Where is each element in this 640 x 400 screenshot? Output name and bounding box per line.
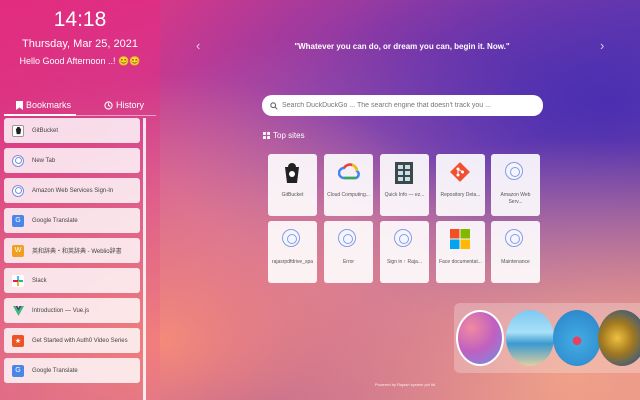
active-tab-indicator [4, 114, 76, 116]
top-site-tile[interactable]: Cloud Computing... [324, 154, 373, 216]
top-site-label: Cloud Computing... [327, 192, 370, 198]
google-translate-icon: G [12, 214, 24, 227]
top-site-tile[interactable]: rajasrpdfdrive_spa [268, 221, 317, 283]
quote-text: "Whatever you can do, or dream you can, … [294, 42, 510, 51]
bookmark-item[interactable]: G Google Translate [4, 358, 140, 383]
bookmark-label: Google Translate [32, 367, 78, 374]
top-site-tile[interactable]: GitBucket [268, 154, 317, 216]
top-site-tile[interactable]: Quick Info — ez... [380, 154, 429, 216]
top-site-label: Sign in ↑ Raja... [386, 259, 423, 265]
auth0-icon: ★ [12, 334, 24, 347]
search-bar[interactable] [262, 95, 543, 116]
search-input[interactable] [282, 102, 542, 109]
git-icon [450, 162, 470, 182]
tab-bookmarks[interactable]: Bookmarks [16, 96, 71, 114]
bookmark-list: GitBucket New Tab Amazon Web Services Si… [4, 118, 140, 388]
top-site-label: Quick Info — ez... [384, 192, 425, 198]
top-site-label: Error [342, 259, 355, 265]
tab-history-label: History [116, 100, 145, 110]
bookmark-item[interactable]: Slack [4, 268, 140, 293]
top-site-tile[interactable]: Maintenance [491, 221, 540, 283]
bookmark-label: Get Started with Auth0 Video Series [32, 337, 128, 344]
top-site-tile[interactable]: Amazon Web Serv... [491, 154, 540, 216]
top-site-label: Face documentat... [439, 259, 482, 265]
bookmark-item[interactable]: W 英和辞典・和英辞典 - Weblio辞書 [4, 238, 140, 263]
bookmark-scrollbar[interactable] [143, 118, 146, 400]
google-translate-icon: G [12, 364, 24, 377]
bookmark-item[interactable]: GitBucket [4, 118, 140, 143]
tab-bookmarks-label: Bookmarks [26, 100, 72, 110]
top-site-tile[interactable]: Sign in ↑ Raja... [380, 221, 429, 283]
next-quote-button[interactable]: › [600, 38, 604, 53]
bookmark-label: Introduction — Vue.js [32, 307, 90, 314]
top-sites-label: Top sites [273, 131, 305, 140]
tab-history[interactable]: History [104, 96, 144, 114]
clock: 14:18 [53, 8, 107, 31]
search-icon [270, 101, 278, 110]
vue-icon [12, 305, 24, 317]
date: Thursday, Mar 25, 2021 [22, 38, 138, 50]
top-site-tile[interactable]: Face documentat... [436, 221, 485, 283]
history-icon [104, 100, 113, 110]
quick-info-icon [394, 162, 414, 184]
grid-icon [263, 132, 270, 139]
bookmark-item[interactable]: New Tab [4, 148, 140, 173]
bookmark-item[interactable]: Introduction — Vue.js [4, 298, 140, 323]
gitbucket-icon [12, 124, 24, 137]
wallpaper-thumbnail-flower[interactable] [553, 310, 601, 366]
greeting: Hello Good Afternoon ..! 😊😊 [19, 56, 141, 66]
sidebar: 14:18 Thursday, Mar 25, 2021 Hello Good … [0, 0, 160, 400]
bookmark-item[interactable]: Amazon Web Services Sign-In [4, 178, 140, 203]
top-site-label: rajasrpdfdrive_spa [271, 259, 314, 265]
gitbucket-icon [282, 162, 302, 183]
tab-divider [76, 115, 156, 116]
top-site-tile[interactable]: Repository Deta... [436, 154, 485, 216]
bookmark-item[interactable]: ★ Get Started with Auth0 Video Series [4, 328, 140, 353]
slack-icon [12, 274, 24, 287]
bookmark-item[interactable]: G Google Translate [4, 208, 140, 233]
top-site-label: Maintenance [501, 259, 530, 265]
globe-icon [505, 229, 525, 249]
bookmark-label: New Tab [32, 157, 56, 164]
wallpaper-thumbnail-beach[interactable] [506, 310, 554, 366]
wallpaper-thumbnail-gradient[interactable] [456, 310, 504, 366]
globe-icon [505, 162, 525, 182]
sidebar-tabs: Bookmarks History [0, 96, 160, 116]
wallpaper-thumbnail-bokeh[interactable] [598, 310, 640, 366]
globe-icon [12, 184, 24, 197]
google-cloud-icon [337, 162, 360, 182]
bookmark-label: Slack [32, 277, 47, 284]
top-site-label: Repository Deta... [440, 192, 481, 198]
top-site-tile[interactable]: Error [324, 221, 373, 283]
bookmark-icon [16, 100, 23, 110]
bookmark-label: Google Translate [32, 217, 78, 224]
top-site-label: Amazon Web Serv... [500, 192, 531, 205]
globe-icon [12, 154, 24, 167]
globe-icon [282, 229, 302, 249]
globe-icon [338, 229, 358, 249]
bookmark-label: 英和辞典・和英辞典 - Weblio辞書 [32, 249, 122, 255]
microsoft-icon [450, 229, 470, 249]
footer-credit: Powered by Rajasri system pvt ltd [374, 382, 436, 387]
top-site-label: GitBucket [281, 192, 304, 198]
bookmark-label: GitBucket [32, 127, 59, 134]
weblio-icon: W [12, 244, 24, 257]
top-sites-heading: Top sites [263, 131, 305, 140]
globe-icon [394, 229, 414, 249]
bookmark-label: Amazon Web Services Sign-In [32, 187, 114, 194]
